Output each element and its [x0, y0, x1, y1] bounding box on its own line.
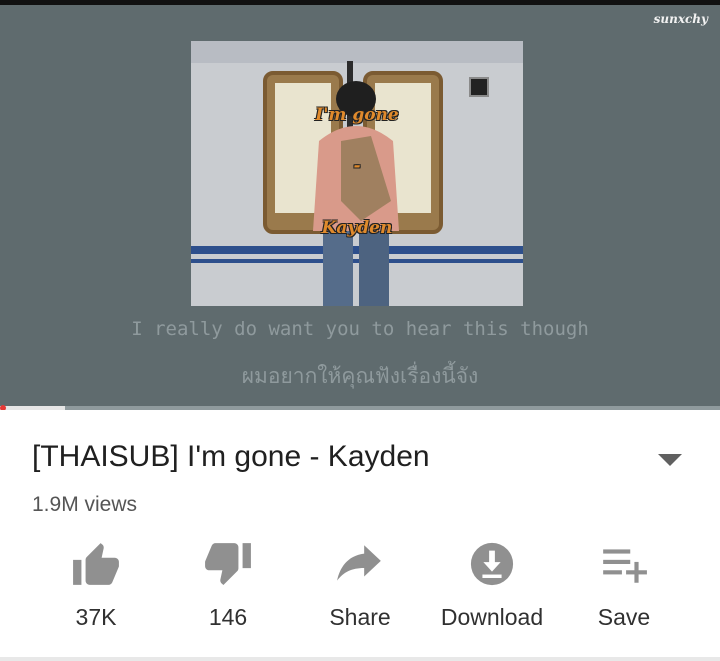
- expand-description-button[interactable]: [652, 448, 688, 472]
- view-count: 1.9M views: [32, 493, 138, 516]
- share-label: Share: [329, 604, 391, 630]
- action-bar: 37K 146 Share Download Save: [30, 540, 690, 640]
- dislike-count: 146: [208, 604, 248, 630]
- progress-fill: [0, 406, 65, 410]
- playlist-add-icon: [603, 549, 647, 583]
- video-player[interactable]: sunxchy I'm gone - Kayden I really do wa…: [0, 0, 720, 410]
- share-button[interactable]: Share: [294, 540, 426, 640]
- video-title: [THAISUB] I'm gone - Kayden: [32, 440, 430, 473]
- save-label: Save: [597, 604, 651, 630]
- subtitle-english: I really do want you to hear this though: [131, 318, 589, 340]
- share-icon: [337, 545, 381, 581]
- thumbs-down-icon: [205, 543, 251, 586]
- chevron-down-icon: [658, 454, 682, 466]
- thumbnail-title-line2: -: [353, 156, 361, 176]
- save-button[interactable]: Save: [558, 540, 690, 640]
- thumbs-up-icon: [73, 543, 119, 585]
- dislike-button[interactable]: 146: [162, 540, 294, 640]
- like-count: 37K: [75, 604, 117, 630]
- video-frame: I'm gone - Kayden: [191, 41, 523, 306]
- download-button[interactable]: Download: [426, 540, 558, 640]
- like-button[interactable]: 37K: [30, 540, 162, 640]
- thumbnail-title-line3: Kayden: [321, 218, 393, 238]
- progress-bar[interactable]: [0, 405, 720, 410]
- progress-scrubber[interactable]: [0, 405, 6, 410]
- download-icon: [470, 542, 514, 586]
- thumbnail-title-line1: I'm gone: [315, 105, 399, 125]
- subtitle-thai: ผมอยากให้คุณฟังเรื่องนี้จัง: [241, 365, 479, 388]
- divider: [0, 657, 720, 661]
- download-label: Download: [440, 604, 544, 630]
- channel-watermark: sunxchy: [653, 12, 708, 26]
